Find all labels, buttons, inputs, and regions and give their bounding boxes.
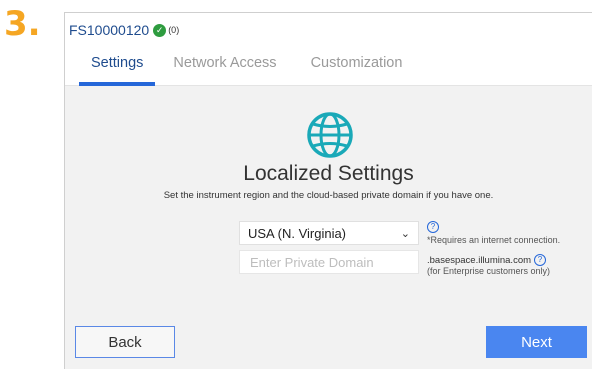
app-window: FS10000120 ✓ (0) Settings Network Access… xyxy=(64,12,592,369)
internet-note: *Requires an internet connection. xyxy=(427,235,561,245)
title-bar: FS10000120 ✓ (0) xyxy=(65,13,592,47)
region-selected-value: USA (N. Virginia) xyxy=(248,225,347,241)
chevron-down-icon: ⌄ xyxy=(400,227,410,240)
device-id: FS10000120 xyxy=(69,22,150,38)
status-count: (0) xyxy=(168,25,180,35)
globe-icon xyxy=(307,112,353,158)
private-domain-input[interactable] xyxy=(239,250,419,274)
back-button[interactable]: Back xyxy=(75,326,175,358)
page-description: Set the instrument region and the cloud-… xyxy=(163,190,494,201)
next-button[interactable]: Next xyxy=(486,326,587,358)
tab-settings[interactable]: Settings xyxy=(78,51,156,86)
enterprise-note: (for Enterprise customers only) xyxy=(427,266,551,276)
tab-customization[interactable]: Customization xyxy=(311,51,403,79)
domain-suffix-row: .basespace.illumina.com ? xyxy=(427,254,547,266)
domain-suffix: .basespace.illumina.com xyxy=(427,254,532,266)
region-select[interactable]: USA (N. Virginia) ⌄ xyxy=(239,221,419,245)
domain-help-icon[interactable]: ? xyxy=(534,254,547,266)
step-number: 3. xyxy=(4,4,41,44)
page-title: Localized Settings xyxy=(243,162,414,185)
tab-network-access[interactable]: Network Access xyxy=(173,51,276,79)
region-help-icon[interactable]: ? xyxy=(427,221,439,233)
check-circle-icon: ✓ xyxy=(153,23,167,37)
tab-bar: Settings Network Access Customization xyxy=(65,51,592,86)
settings-panel: Localized Settings Set the instrument re… xyxy=(65,86,592,369)
